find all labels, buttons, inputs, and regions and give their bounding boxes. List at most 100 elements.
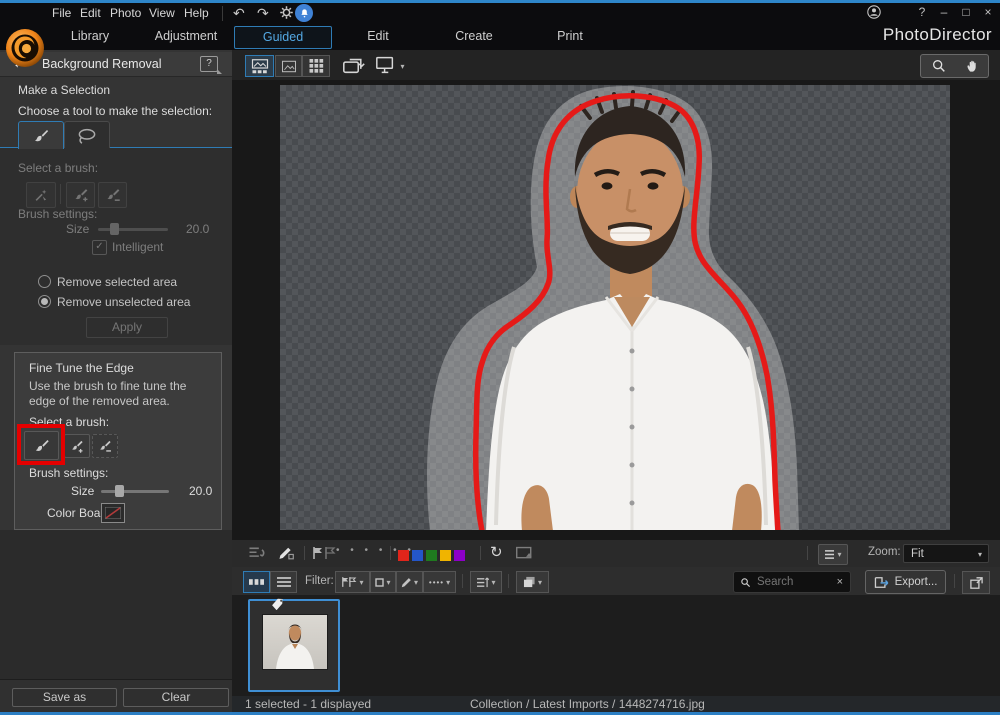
zoom-label: Zoom: [868,546,901,558]
filter-label-dropdown[interactable]: ▾ [370,571,396,593]
color-label-red[interactable] [398,550,409,561]
thumbnail-selected[interactable] [248,599,340,692]
menu-edit[interactable]: Edit [80,6,101,20]
divider [462,574,463,588]
flag-reject-icon[interactable] [324,546,336,565]
close-button[interactable]: × [980,5,996,19]
save-as-button[interactable]: Save as [12,688,117,707]
fine-tune-size-slider[interactable] [101,490,169,493]
chevron-down-icon: ▾ [978,545,982,564]
open-external-window-button[interactable] [962,571,990,594]
search-input[interactable] [755,575,830,589]
rotate-right-icon[interactable]: ↻ [490,543,503,561]
app-title: PhotoDirector [883,25,992,45]
tab-print[interactable]: Print [522,26,618,47]
zoom-tool-button[interactable] [920,54,957,78]
divider [807,546,808,560]
help-tip-icon[interactable]: ? [200,56,218,72]
clear-search-icon[interactable]: × [837,576,843,588]
redo-icon[interactable]: ↷ [257,3,269,23]
maximize-button[interactable]: □ [958,5,974,19]
filter-edited-dropdown[interactable]: ▾ [396,571,423,593]
filmstrip [232,595,1000,696]
divider [60,184,61,204]
tab-selection-lasso[interactable] [64,121,110,150]
brush-tool-panel: Select a brush: Brush settings: Size 20.… [0,148,232,345]
view-mode-single-button[interactable] [275,55,302,77]
color-label-chips[interactable] [398,548,468,566]
tab-edit[interactable]: Edit [330,26,426,47]
search-icon [740,577,751,588]
selection-count: 1 selected - 1 displayed [245,696,371,712]
color-board-swatch[interactable] [101,503,125,523]
minimize-button[interactable]: – [936,5,952,19]
edit-pencil-icon[interactable] [277,545,295,566]
brush-settings-label: Brush settings: [18,207,97,221]
fine-tune-brush-add-icon[interactable] [64,434,90,458]
tab-library[interactable]: Library [42,26,138,47]
color-label-purple[interactable] [454,550,465,561]
fine-tune-brush-subtract-icon[interactable] [92,434,118,458]
sort-order-dropdown[interactable]: ▾ [470,571,502,593]
brush-subtract-icon[interactable] [98,182,127,208]
chevron-down-icon: ▾ [386,578,390,587]
display-options-button[interactable]: ▾ [818,544,848,565]
export-button[interactable]: Export... [865,570,946,594]
menu-file[interactable]: File [52,6,71,20]
menu-help[interactable]: Help [184,6,209,20]
fine-tune-size-value: 20.0 [189,484,212,498]
stack-photos-dropdown[interactable]: ▾ [516,571,549,593]
view-mode-filmstrip-button[interactable] [245,55,274,77]
tab-create[interactable]: Create [426,26,522,47]
filter-label: Filter: [305,575,334,587]
help-button[interactable]: ? [914,5,930,19]
flag-pick-icon[interactable] [312,546,324,565]
tab-adjustment[interactable]: Adjustment [138,26,234,47]
size-slider[interactable] [98,228,168,231]
panel-title: Background Removal [42,57,162,71]
canvas-settings-icon[interactable] [515,546,534,565]
color-label-green[interactable] [426,550,437,561]
tab-selection-brush[interactable] [18,121,64,149]
menu-view[interactable]: View [149,6,175,20]
size-value: 20.0 [186,222,209,236]
settings-gear-icon[interactable] [279,5,294,25]
color-label-blue[interactable] [412,550,423,561]
intelligent-checkbox[interactable]: ✓ [92,240,107,255]
slider-thumb[interactable] [115,485,124,497]
list-view-button[interactable] [270,571,297,593]
notification-bell-icon[interactable] [295,4,313,22]
filter-rating-dropdown[interactable]: •••• ▾ [423,571,456,593]
make-selection-instruction: Choose a tool to make the selection: [18,104,212,118]
smart-select-wand-icon[interactable] [26,182,56,208]
filter-flags-dropdown[interactable]: ▾ [335,571,370,593]
chevron-down-icon: ▾ [359,578,363,587]
chevron-down-icon: ▾ [400,62,404,71]
photo-canvas[interactable] [232,80,1000,540]
rotate-photo-icon[interactable] [342,57,366,79]
menu-photo[interactable]: Photo [110,6,141,20]
zoom-dropdown[interactable]: Fit▾ [903,544,989,563]
clear-button[interactable]: Clear [123,688,229,707]
fine-tune-heading: Fine Tune the Edge [29,361,134,375]
photo-transparent-background[interactable] [280,85,950,530]
photodirector-logo-icon [5,28,45,68]
thumbnail-view-button[interactable] [243,571,270,593]
color-label-yellow[interactable] [440,550,451,561]
tab-guided[interactable]: Guided [234,26,332,49]
display-monitor-icon[interactable]: ▾ [374,56,404,79]
fine-tune-section: Fine Tune the Edge Use the brush to fine… [14,352,222,530]
tag-icon [270,597,285,615]
undo-icon[interactable]: ↶ [233,3,245,23]
apply-button[interactable]: Apply [86,317,168,338]
account-icon[interactable] [866,4,882,23]
view-mode-grid-button[interactable] [302,55,330,77]
radio-remove-unselected[interactable] [38,295,51,308]
slider-thumb[interactable] [110,223,119,235]
search-box[interactable]: × [733,571,851,593]
brush-add-icon[interactable] [66,182,95,208]
auto-hide-panel-icon[interactable] [247,546,266,565]
toolbar-divider [222,6,223,21]
pan-hand-button[interactable] [956,54,989,78]
radio-remove-selected[interactable] [38,275,51,288]
